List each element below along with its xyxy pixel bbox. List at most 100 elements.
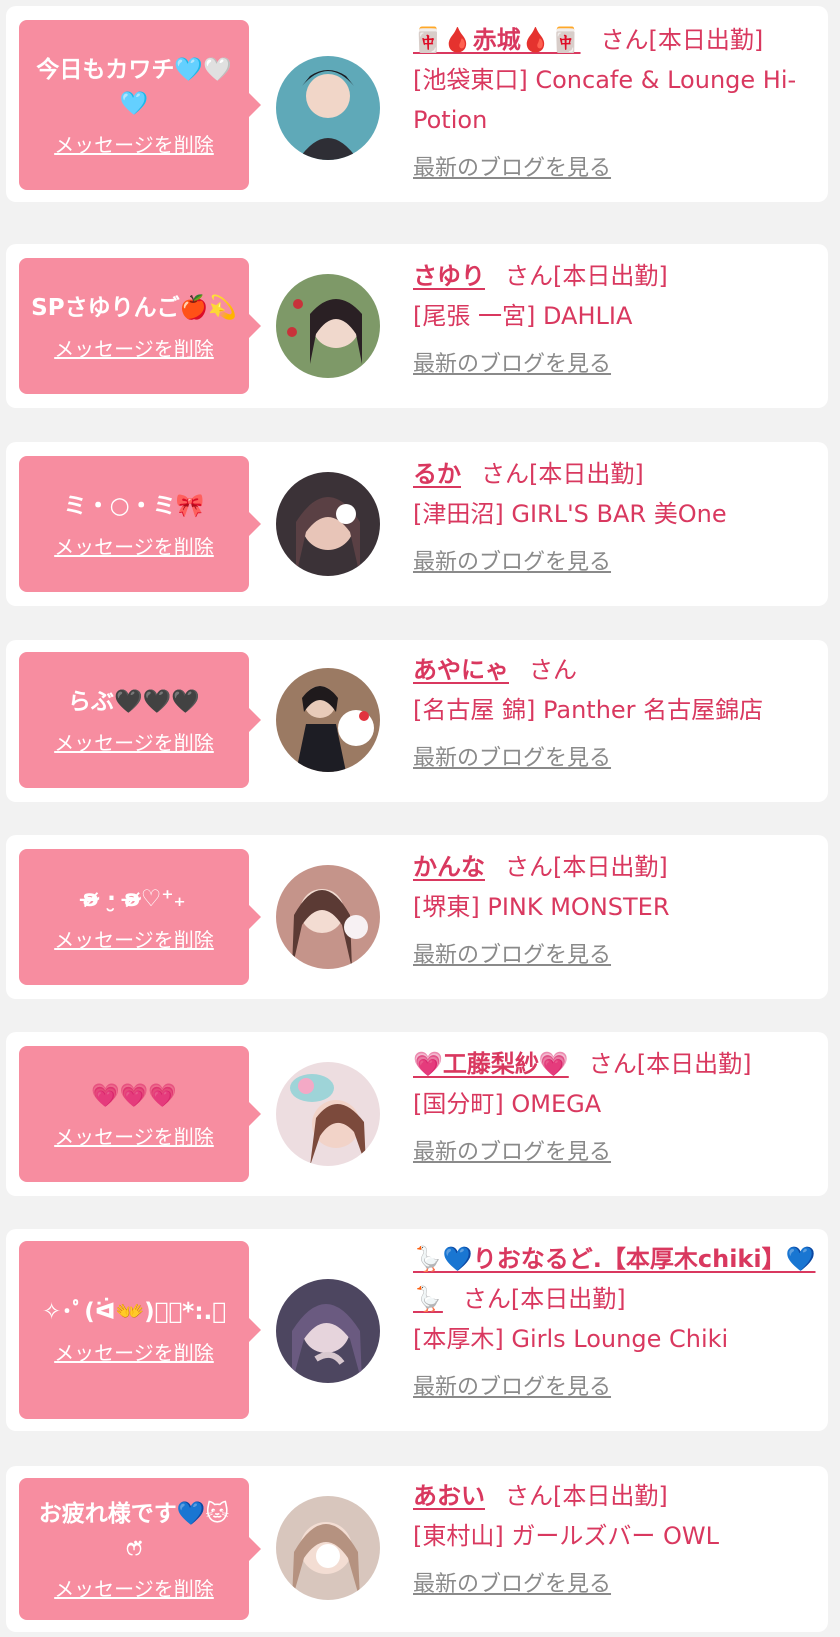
girl-name-link[interactable]: あおい <box>413 1482 485 1510</box>
avatar[interactable] <box>276 1062 380 1166</box>
avatar-image <box>276 1062 380 1166</box>
honorific: さん <box>600 26 649 54</box>
message-bubble: ʚ̴̶̷̷ ·̮ ʚ̴̶̷̷♡⁺₊ メッセージを削除 <box>19 849 261 985</box>
status-badge: [本日出勤] <box>553 262 668 290</box>
message-card: ミ・○・ミ🎀 メッセージを削除 るか さん[本日出勤] [津田沼] GIRL'S … <box>6 442 828 606</box>
message-card: お疲れ様です💙🐱ෆ̈ メッセージを削除 あおい さん[本日出勤] [東村山] ガー… <box>6 1466 828 1632</box>
delete-message-link[interactable]: メッセージを削除 <box>54 727 214 756</box>
name-line: かんな さん[本日出勤] <box>413 847 818 887</box>
message-bubble: SPさゆりんご🍎💫 メッセージを削除 <box>19 258 261 394</box>
entry-info: 💗工藤梨紗💗 さん[本日出勤] [国分町] OMEGA 最新のブログを見る <box>413 1044 818 1166</box>
latest-blog-link[interactable]: 最新のブログを見る <box>413 150 611 182</box>
name-line: 🪿💙りおなるど.【本厚木chiki】💙🪿 さん[本日出勤] <box>413 1239 818 1319</box>
message-card: 💗💗💗 メッセージを削除 💗工藤梨紗💗 さん[本日出勤] [国分町] OMEGA … <box>6 1032 828 1196</box>
message-list: 今日もカワチ🩵🤍🩵 メッセージを削除 🀄🩸赤城🩸🀄 さん[本日出勤] [池袋東口]… <box>0 0 840 1637</box>
shop-name: [堺東] PINK MONSTER <box>413 893 670 921</box>
message-bubble: 今日もカワチ🩵🤍🩵 メッセージを削除 <box>19 20 261 190</box>
entry-info: あおい さん[本日出勤] [東村山] ガールズバー OWL 最新のブログを見る <box>413 1476 818 1598</box>
girl-name-link[interactable]: かんな <box>413 853 485 881</box>
entry-info: かんな さん[本日出勤] [堺東] PINK MONSTER 最新のブログを見る <box>413 847 818 969</box>
shop-name: [本厚木] Girls Lounge Chiki <box>413 1325 729 1353</box>
name-line: あやにゃ さん <box>413 650 818 690</box>
entry-info: 🀄🩸赤城🩸🀄 さん[本日出勤] [池袋東口] Concafe & Lounge H… <box>413 20 818 182</box>
shop-name: [東村山] ガールズバー OWL <box>413 1522 719 1550</box>
avatar[interactable] <box>276 865 380 969</box>
girl-name-link[interactable]: 🀄🩸赤城🩸🀄 <box>413 26 581 54</box>
avatar-image <box>276 56 380 160</box>
message-card: SPさゆりんご🍎💫 メッセージを削除 さゆり さん[本日出勤] [尾張 一宮] D… <box>6 244 828 408</box>
girl-name-link[interactable]: るか <box>413 460 461 488</box>
message-bubble: 💗💗💗 メッセージを削除 <box>19 1046 261 1182</box>
shop-name: [国分町] OMEGA <box>413 1090 602 1118</box>
avatar-image <box>276 472 380 576</box>
honorific: さん <box>588 1050 637 1078</box>
status-badge: [本日出勤] <box>553 1482 668 1510</box>
avatar[interactable] <box>276 1279 380 1383</box>
message-card: 今日もカワチ🩵🤍🩵 メッセージを削除 🀄🩸赤城🩸🀄 さん[本日出勤] [池袋東口]… <box>6 6 828 202</box>
delete-message-link[interactable]: メッセージを削除 <box>54 333 214 362</box>
message-text: ʚ̴̶̷̷ ·̮ ʚ̴̶̷̷♡⁺₊ <box>82 885 186 912</box>
name-line: るか さん[本日出勤] <box>413 454 818 494</box>
entry-info: あやにゃ さん [名古屋 錦] Panther 名古屋錦店 最新のブログを見る <box>413 650 818 772</box>
honorific: さん <box>505 1482 553 1510</box>
message-card: らぶ🖤🖤🖤 メッセージを削除 あやにゃ さん [名古屋 錦] Panther 名古… <box>6 640 828 802</box>
delete-message-link[interactable]: メッセージを削除 <box>54 129 214 158</box>
avatar-image <box>276 1279 380 1383</box>
latest-blog-link[interactable]: 最新のブログを見る <box>413 544 611 576</box>
avatar-image <box>276 1496 380 1600</box>
message-text: らぶ🖤🖤🖤 <box>68 688 200 715</box>
shop-name: [名古屋 錦] Panther 名古屋錦店 <box>413 696 764 724</box>
status-badge: [本日出勤] <box>510 1285 626 1313</box>
name-line: さゆり さん[本日出勤] <box>413 256 818 296</box>
avatar[interactable] <box>276 472 380 576</box>
message-text: SPさゆりんご🍎💫 <box>31 294 237 321</box>
avatar-image <box>276 865 380 969</box>
latest-blog-link[interactable]: 最新のブログを見る <box>413 937 611 969</box>
latest-blog-link[interactable]: 最新のブログを見る <box>413 1134 611 1166</box>
message-bubble: らぶ🖤🖤🖤 メッセージを削除 <box>19 652 261 788</box>
message-text: お疲れ様です💙🐱ෆ̈ <box>38 1500 230 1561</box>
latest-blog-link[interactable]: 最新のブログを見る <box>413 1369 611 1401</box>
girl-name-link[interactable]: あやにゃ <box>413 656 509 684</box>
message-text: 💗💗💗 <box>91 1082 177 1109</box>
name-line: 🀄🩸赤城🩸🀄 さん[本日出勤] <box>413 20 818 60</box>
avatar[interactable] <box>276 1496 380 1600</box>
shop-name: [尾張 一宮] DAHLIA <box>413 302 633 330</box>
latest-blog-link[interactable]: 最新のブログを見る <box>413 740 611 772</box>
avatar[interactable] <box>276 668 380 772</box>
status-badge: [本日出勤] <box>636 1050 752 1078</box>
message-text: 今日もカワチ🩵🤍🩵 <box>36 56 232 117</box>
message-bubble: ミ・○・ミ🎀 メッセージを削除 <box>19 456 261 592</box>
message-bubble: お疲れ様です💙🐱ෆ̈ メッセージを削除 <box>19 1478 261 1620</box>
status-badge: [本日出勤] <box>648 26 764 54</box>
avatar-image <box>276 274 380 378</box>
shop-name: [池袋東口] Concafe & Lounge Hi-Potion <box>413 66 797 134</box>
status-badge: [本日出勤] <box>529 460 644 488</box>
girl-name-link[interactable]: さゆり <box>413 262 485 290</box>
delete-message-link[interactable]: メッセージを削除 <box>54 1573 214 1602</box>
honorific: さん <box>529 656 577 684</box>
avatar[interactable] <box>276 274 380 378</box>
girl-name-link[interactable]: 💗工藤梨紗💗 <box>413 1050 569 1078</box>
message-bubble: ✧･ﾟ(ᐛ👐)ﾟ･*:.｡ メッセージを削除 <box>19 1241 261 1419</box>
entry-info: 🪿💙りおなるど.【本厚木chiki】💙🪿 さん[本日出勤] [本厚木] Girls… <box>413 1239 818 1401</box>
latest-blog-link[interactable]: 最新のブログを見る <box>413 346 611 378</box>
latest-blog-link[interactable]: 最新のブログを見る <box>413 1566 611 1598</box>
entry-info: るか さん[本日出勤] [津田沼] GIRL'S BAR 美One 最新のブログを… <box>413 454 818 576</box>
message-text: ミ・○・ミ🎀 <box>63 492 205 519</box>
honorific: さん <box>505 262 553 290</box>
delete-message-link[interactable]: メッセージを削除 <box>54 1337 214 1366</box>
delete-message-link[interactable]: メッセージを削除 <box>54 531 214 560</box>
message-card: ✧･ﾟ(ᐛ👐)ﾟ･*:.｡ メッセージを削除 🪿💙りおなるど.【本厚木chiki… <box>6 1229 828 1431</box>
delete-message-link[interactable]: メッセージを削除 <box>54 1121 214 1150</box>
shop-name: [津田沼] GIRL'S BAR 美One <box>413 500 727 528</box>
honorific: さん <box>481 460 529 488</box>
status-badge: [本日出勤] <box>553 853 668 881</box>
name-line: 💗工藤梨紗💗 さん[本日出勤] <box>413 1044 818 1084</box>
delete-message-link[interactable]: メッセージを削除 <box>54 924 214 953</box>
entry-info: さゆり さん[本日出勤] [尾張 一宮] DAHLIA 最新のブログを見る <box>413 256 818 378</box>
honorific: さん <box>505 853 553 881</box>
message-text: ✧･ﾟ(ᐛ👐)ﾟ･*:.｡ <box>41 1298 227 1325</box>
avatar[interactable] <box>276 56 380 160</box>
avatar-image <box>276 668 380 772</box>
